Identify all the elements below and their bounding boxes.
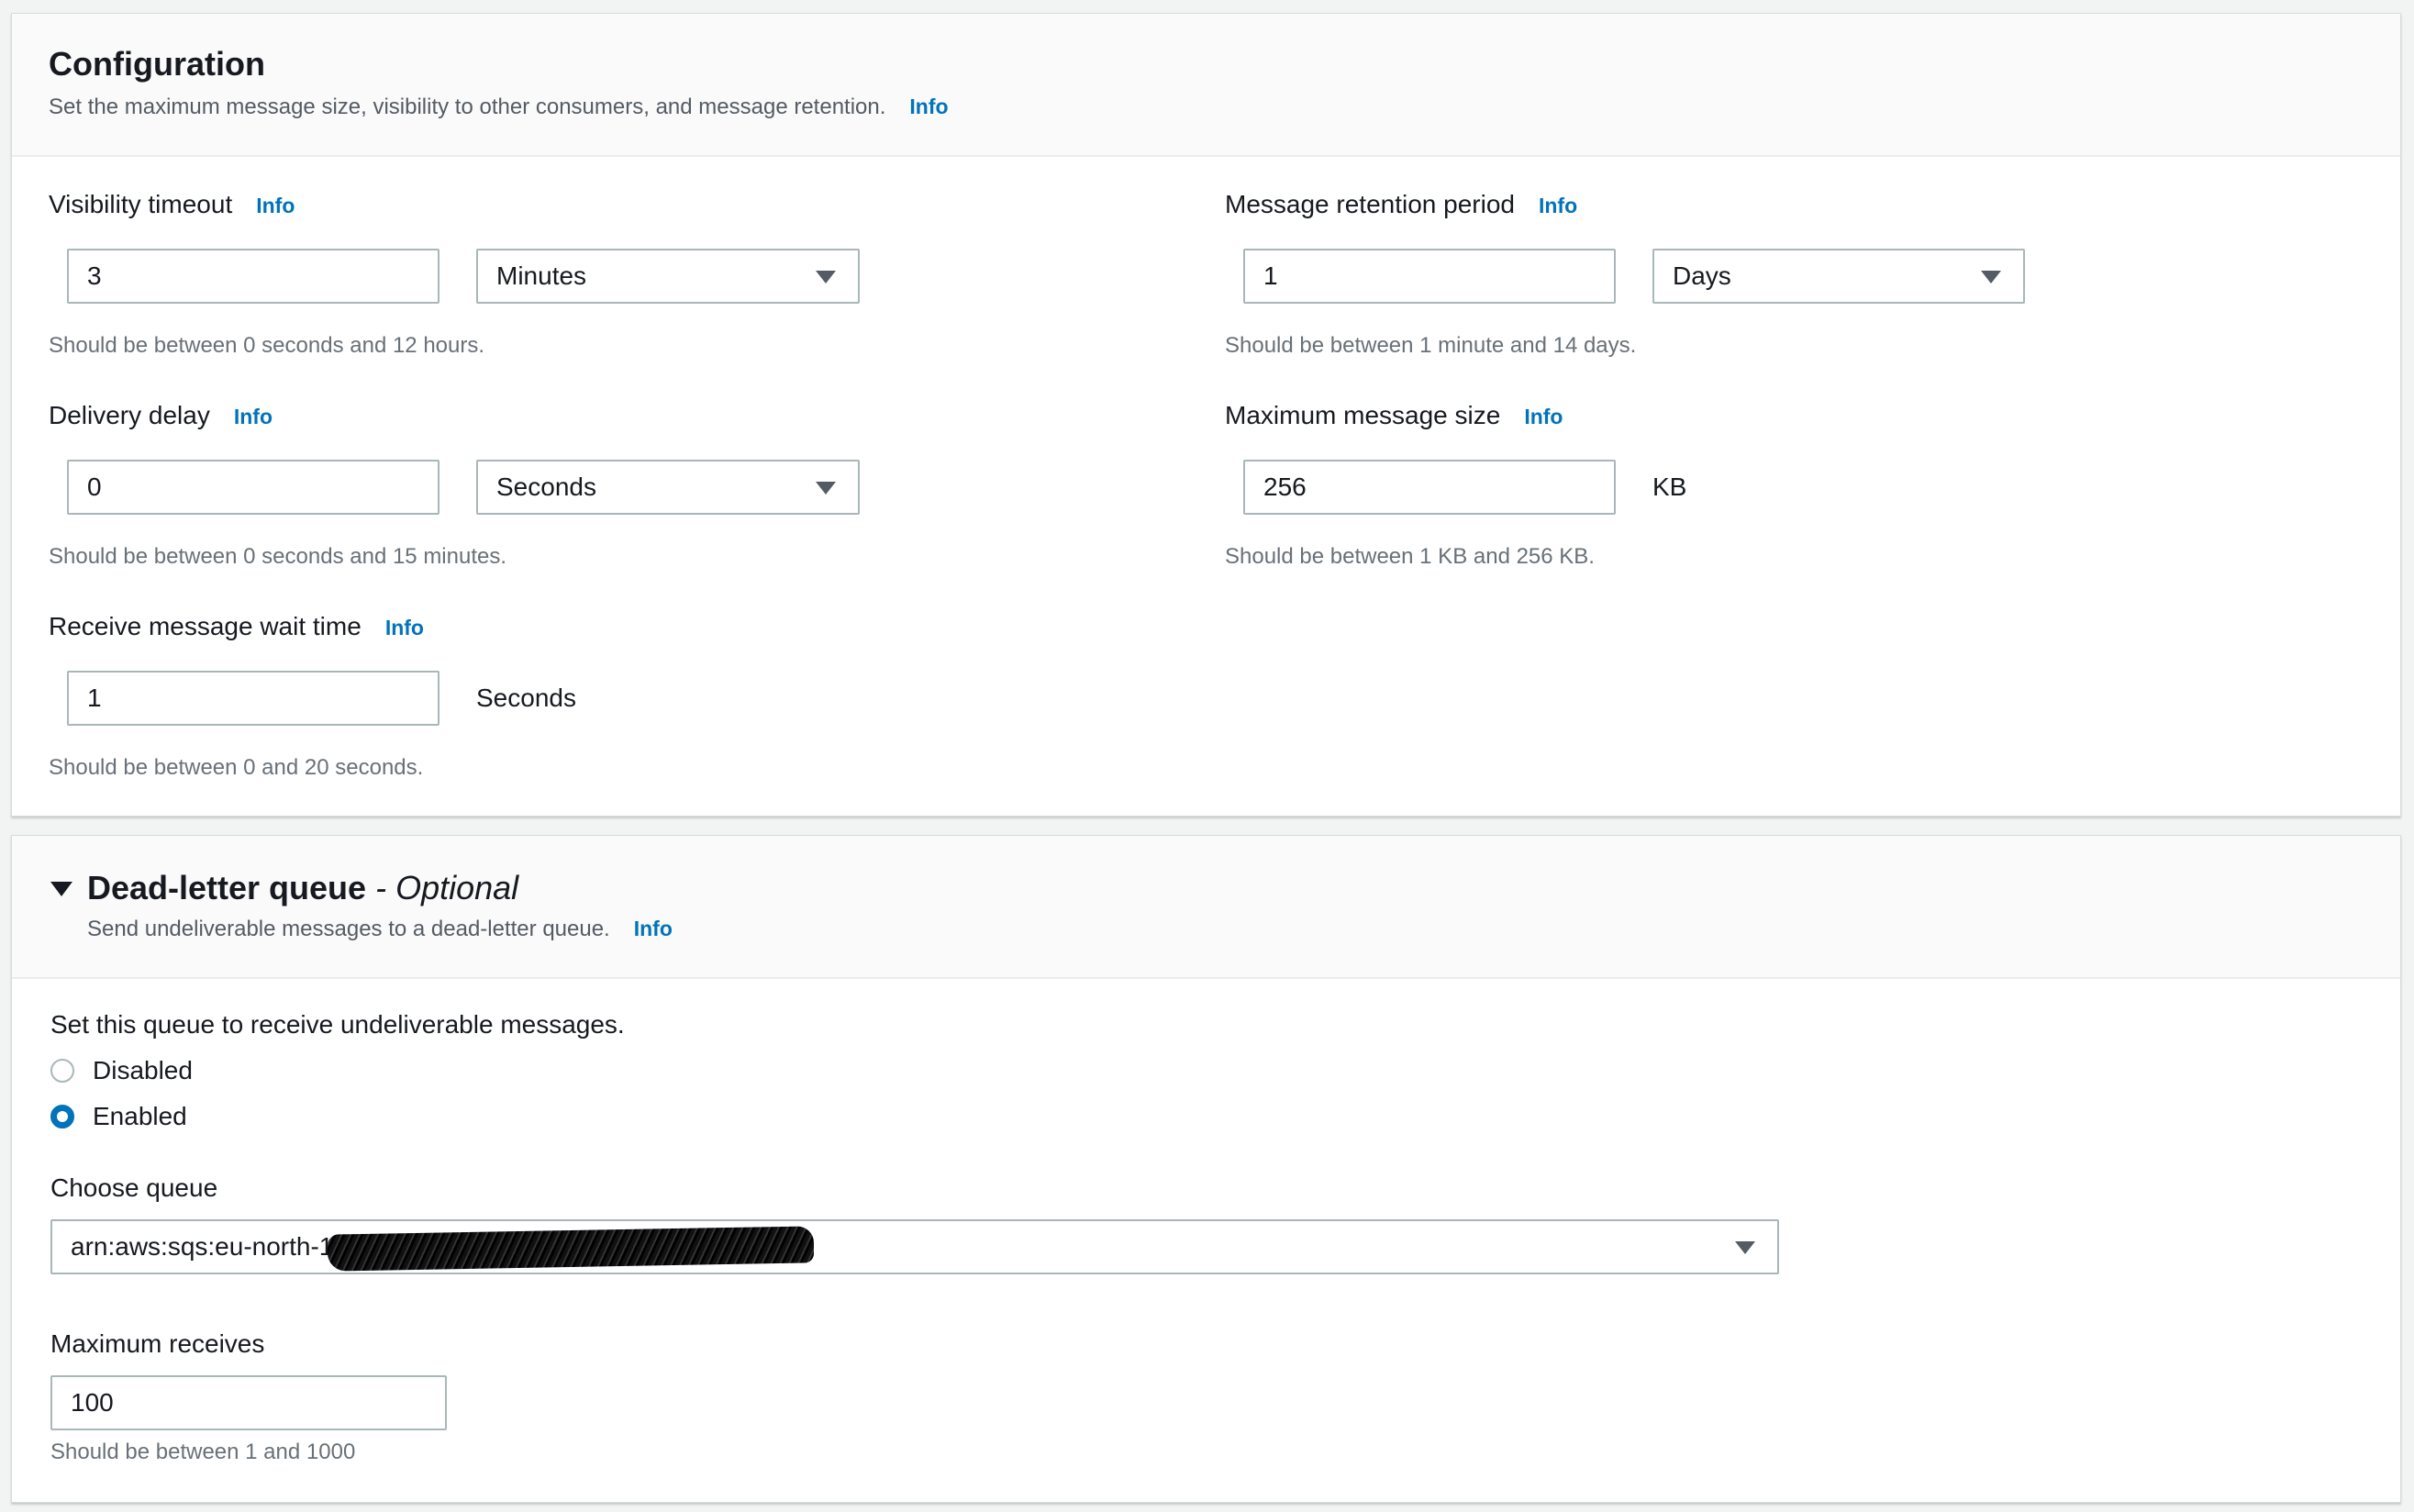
dead-letter-queue-optional: Optional <box>395 869 519 906</box>
receive-wait-time-unit: Seconds <box>476 684 576 712</box>
configuration-panel: Configuration Set the maximum message si… <box>11 13 2401 817</box>
dlq-question: Set this queue to receive undeliverable … <box>50 1010 625 1039</box>
expand-caret-icon[interactable] <box>50 882 72 896</box>
configuration-title: Configuration <box>49 45 265 83</box>
dead-letter-queue-title-text: Dead-letter queue <box>87 869 367 906</box>
visibility-timeout-hint: Should be between 0 seconds and 12 hours… <box>49 333 485 358</box>
dead-letter-queue-info-link[interactable]: Info <box>634 917 673 940</box>
caret-down-icon <box>816 271 836 284</box>
delivery-delay-info-link[interactable]: Info <box>234 405 273 428</box>
maximum-receives-hint: Should be between 1 and 1000 <box>50 1440 356 1464</box>
receive-wait-time-input[interactable]: 1 <box>67 671 439 726</box>
configuration-description: Set the maximum message size, visibility… <box>49 94 949 120</box>
delivery-delay-label-text: Delivery delay <box>49 401 210 429</box>
radio-enabled[interactable]: Enabled <box>50 1102 187 1131</box>
max-message-size-unit: KB <box>1652 472 1687 501</box>
dead-letter-queue-description-text: Send undeliverable messages to a dead-le… <box>87 917 610 941</box>
dead-letter-queue-header[interactable]: Dead-letter queue - Optional Send undeli… <box>12 836 2400 979</box>
caret-down-icon <box>1735 1241 1755 1254</box>
max-message-size-input[interactable]: 256 <box>1243 460 1616 515</box>
visibility-timeout-info-link[interactable]: Info <box>256 194 295 217</box>
receive-wait-time-label-text: Receive message wait time <box>49 612 362 640</box>
max-message-size-label-text: Maximum message size <box>1225 401 1501 429</box>
visibility-timeout-label-text: Visibility timeout <box>49 190 233 218</box>
caret-down-icon <box>816 482 836 495</box>
caret-down-icon <box>1981 271 2001 284</box>
delivery-delay-unit-select[interactable]: Seconds <box>476 460 860 515</box>
message-retention-info-link[interactable]: Info <box>1539 194 1577 217</box>
delivery-delay-hint: Should be between 0 seconds and 15 minut… <box>49 544 507 569</box>
configuration-info-link[interactable]: Info <box>909 94 948 118</box>
message-retention-input[interactable]: 1 <box>1243 249 1616 304</box>
dead-letter-queue-title: Dead-letter queue - Optional <box>87 869 518 907</box>
receive-wait-time-hint: Should be between 0 and 20 seconds. <box>49 755 424 780</box>
max-message-size-info-link[interactable]: Info <box>1524 405 1563 428</box>
maximum-receives-label: Maximum receives <box>50 1329 265 1358</box>
delivery-delay-label: Delivery delay Info <box>49 401 273 430</box>
choose-queue-label: Choose queue <box>50 1173 218 1202</box>
max-message-size-hint: Should be between 1 KB and 256 KB. <box>1225 544 1595 569</box>
visibility-timeout-unit-select[interactable]: Minutes <box>476 249 860 304</box>
receive-wait-time-info-link[interactable]: Info <box>385 616 424 639</box>
choose-queue-value: arn:aws:sqs:eu-north-1 <box>71 1232 334 1261</box>
dead-letter-queue-separator: - <box>366 869 396 906</box>
visibility-timeout-label: Visibility timeout Info <box>49 190 295 219</box>
visibility-timeout-input[interactable]: 3 <box>67 249 439 304</box>
radio-disabled-control[interactable] <box>50 1059 74 1083</box>
receive-wait-time-label: Receive message wait time Info <box>49 612 424 641</box>
configuration-description-text: Set the maximum message size, visibility… <box>49 94 886 119</box>
radio-disabled[interactable]: Disabled <box>50 1056 193 1085</box>
maximum-receives-input[interactable]: 100 <box>50 1375 447 1430</box>
message-retention-label-text: Message retention period <box>1225 190 1515 218</box>
dead-letter-queue-panel: Dead-letter queue - Optional Send undeli… <box>11 835 2401 1503</box>
configuration-header: Configuration Set the maximum message si… <box>12 14 2400 157</box>
message-retention-unit-select[interactable]: Days <box>1652 249 2025 304</box>
delivery-delay-input[interactable]: 0 <box>67 460 439 515</box>
message-retention-label: Message retention period Info <box>1225 190 1577 219</box>
radio-enabled-control[interactable] <box>50 1105 74 1128</box>
choose-queue-select[interactable]: arn:aws:sqs:eu-north-1 <box>50 1219 1779 1274</box>
message-retention-hint: Should be between 1 minute and 14 days. <box>1225 333 1637 358</box>
radio-enabled-label[interactable]: Enabled <box>93 1102 187 1131</box>
dead-letter-queue-description: Send undeliverable messages to a dead-le… <box>87 917 673 942</box>
message-retention-unit-value: Days <box>1673 261 1731 290</box>
radio-disabled-label[interactable]: Disabled <box>93 1056 193 1085</box>
redacted-scribble <box>328 1225 815 1272</box>
visibility-timeout-unit-value: Minutes <box>496 261 587 290</box>
max-message-size-label: Maximum message size Info <box>1225 401 1563 430</box>
delivery-delay-unit-value: Seconds <box>496 472 596 501</box>
